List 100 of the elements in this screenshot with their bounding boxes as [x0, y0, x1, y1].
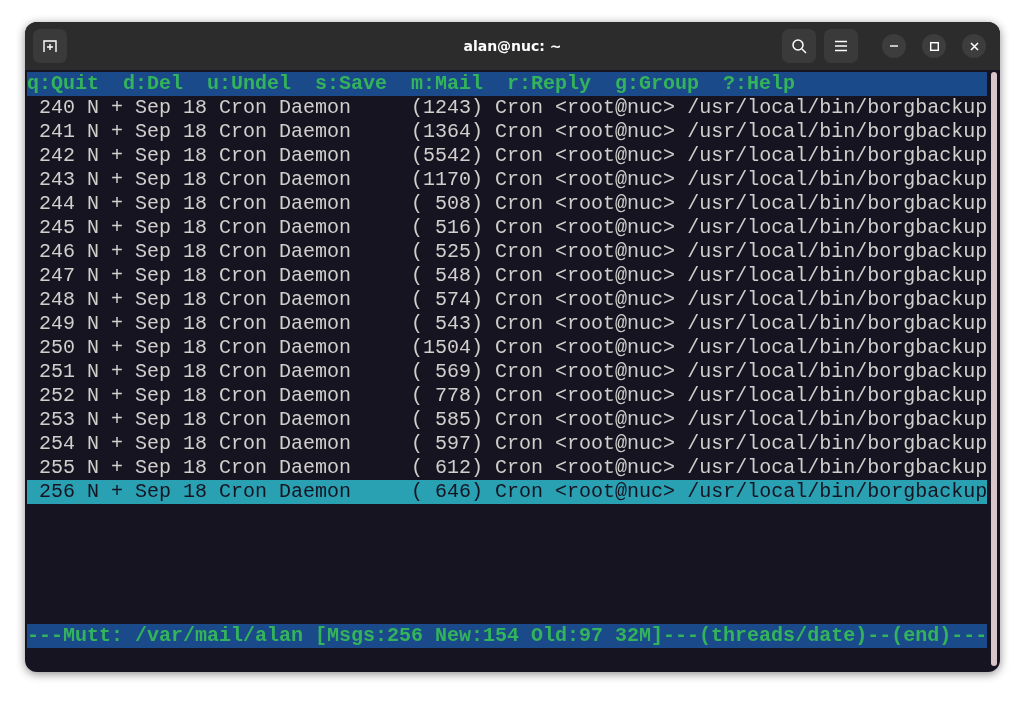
search-button[interactable]	[782, 29, 816, 63]
message-size: ( 516)	[411, 216, 484, 240]
close-button[interactable]	[962, 34, 986, 58]
tag-symbol: +	[111, 288, 124, 312]
tag-symbol: +	[111, 120, 124, 144]
maximize-icon	[929, 41, 939, 51]
message-subject: Cron <root@nuc> /usr/local/bin/borgbackup	[495, 288, 988, 312]
message-row[interactable]: 246 N + Sep 18 Cron Daemon ( 525) Cron <root@nuc> /usr/local/bin/borgbackup	[27, 240, 987, 264]
message-subject: Cron <root@nuc> /usr/local/bin/borgbackup	[495, 240, 988, 264]
message-subject: Cron <root@nuc> /usr/local/bin/borgbackup	[495, 312, 988, 336]
status-letter: N	[87, 312, 99, 336]
status-letter: N	[87, 480, 99, 504]
tag-symbol: +	[111, 192, 124, 216]
message-size: ( 543)	[411, 312, 484, 336]
message-number: 250	[38, 336, 75, 360]
message-row[interactable]: 252 N + Sep 18 Cron Daemon ( 778) Cron <root@nuc> /usr/local/bin/borgbackup	[27, 384, 987, 408]
message-subject: Cron <root@nuc> /usr/local/bin/borgbackup	[495, 264, 988, 288]
message-date: Sep 18	[135, 120, 208, 144]
message-number: 246	[38, 240, 75, 264]
help-shortcut: q:Quit	[27, 72, 99, 96]
message-sender: Cron Daemon	[219, 384, 353, 408]
status-letter: N	[87, 432, 99, 456]
message-date: Sep 18	[135, 216, 208, 240]
message-number: 253	[38, 408, 75, 432]
message-sender: Cron Daemon	[219, 240, 353, 264]
message-subject: Cron <root@nuc> /usr/local/bin/borgbackup	[495, 360, 988, 384]
status-letter: N	[87, 408, 99, 432]
message-row[interactable]: 249 N + Sep 18 Cron Daemon ( 543) Cron <root@nuc> /usr/local/bin/borgbackup	[27, 312, 987, 336]
tag-symbol: +	[111, 360, 124, 384]
message-number: 244	[38, 192, 75, 216]
message-sender: Cron Daemon	[219, 120, 353, 144]
minimize-icon	[890, 45, 898, 47]
message-sender: Cron Daemon	[219, 312, 353, 336]
message-row[interactable]: 243 N + Sep 18 Cron Daemon (1170) Cron <root@nuc> /usr/local/bin/borgbackup	[27, 168, 987, 192]
message-subject: Cron <root@nuc> /usr/local/bin/borgbackup	[495, 216, 988, 240]
message-size: ( 508)	[411, 192, 484, 216]
tag-symbol: +	[111, 216, 124, 240]
tag-symbol: +	[111, 336, 124, 360]
message-subject: Cron <root@nuc> /usr/local/bin/borgbackup	[495, 456, 988, 480]
message-row[interactable]: 245 N + Sep 18 Cron Daemon ( 516) Cron <root@nuc> /usr/local/bin/borgbackup	[27, 216, 987, 240]
message-size: ( 548)	[411, 264, 484, 288]
message-sender: Cron Daemon	[219, 432, 353, 456]
message-row[interactable]: 254 N + Sep 18 Cron Daemon ( 597) Cron <root@nuc> /usr/local/bin/borgbackup	[27, 432, 987, 456]
message-sender: Cron Daemon	[219, 408, 353, 432]
tag-symbol: +	[111, 264, 124, 288]
status-letter: N	[87, 120, 99, 144]
message-number: 249	[38, 312, 75, 336]
message-subject: Cron <root@nuc> /usr/local/bin/borgbackup	[495, 144, 988, 168]
status-letter: N	[87, 96, 99, 120]
status-letter: N	[87, 240, 99, 264]
message-row[interactable]: 256 N + Sep 18 Cron Daemon ( 646) Cron <root@nuc> /usr/local/bin/borgbackup	[27, 480, 987, 504]
message-size: ( 569)	[411, 360, 484, 384]
message-row[interactable]: 248 N + Sep 18 Cron Daemon ( 574) Cron <root@nuc> /usr/local/bin/borgbackup	[27, 288, 987, 312]
message-date: Sep 18	[135, 360, 208, 384]
message-row[interactable]: 253 N + Sep 18 Cron Daemon ( 585) Cron <root@nuc> /usr/local/bin/borgbackup	[27, 408, 987, 432]
message-size: (1170)	[411, 168, 484, 192]
message-sender: Cron Daemon	[219, 192, 353, 216]
message-number: 256	[38, 480, 75, 504]
minimize-button[interactable]	[882, 34, 906, 58]
message-date: Sep 18	[135, 192, 208, 216]
maximize-button[interactable]	[922, 34, 946, 58]
help-shortcut: s:Save	[315, 72, 388, 96]
message-sender: Cron Daemon	[219, 360, 353, 384]
message-row[interactable]: 242 N + Sep 18 Cron Daemon (5542) Cron <root@nuc> /usr/local/bin/borgbackup	[27, 144, 987, 168]
tag-symbol: +	[111, 96, 124, 120]
tag-symbol: +	[111, 384, 124, 408]
help-shortcut: d:Del	[123, 72, 184, 96]
message-sender: Cron Daemon	[219, 336, 353, 360]
message-row[interactable]: 240 N + Sep 18 Cron Daemon (1243) Cron <root@nuc> /usr/local/bin/borgbackup	[27, 96, 987, 120]
status-letter: N	[87, 192, 99, 216]
status-letter: N	[87, 288, 99, 312]
status-letter: N	[87, 216, 99, 240]
status-letter: N	[87, 168, 99, 192]
message-size: (1504)	[411, 336, 484, 360]
status-text: ---Mutt: /var/mail/alan [Msgs:256 New:154 Old:97 32M]---(threads/date)--(end)---	[27, 624, 988, 648]
message-sender: Cron Daemon	[219, 480, 353, 504]
message-date: Sep 18	[135, 144, 208, 168]
message-row[interactable]: 251 N + Sep 18 Cron Daemon ( 569) Cron <root@nuc> /usr/local/bin/borgbackup	[27, 360, 987, 384]
message-date: Sep 18	[135, 432, 208, 456]
new-tab-button[interactable]	[33, 29, 67, 63]
message-subject: Cron <root@nuc> /usr/local/bin/borgbackup	[495, 432, 988, 456]
message-size: ( 585)	[411, 408, 484, 432]
message-row[interactable]: 244 N + Sep 18 Cron Daemon ( 508) Cron <root@nuc> /usr/local/bin/borgbackup	[27, 192, 987, 216]
message-number: 243	[38, 168, 75, 192]
tag-symbol: +	[111, 432, 124, 456]
message-row[interactable]: 247 N + Sep 18 Cron Daemon ( 548) Cron <root@nuc> /usr/local/bin/borgbackup	[27, 264, 987, 288]
message-subject: Cron <root@nuc> /usr/local/bin/borgbackup	[495, 480, 988, 504]
message-row[interactable]: 241 N + Sep 18 Cron Daemon (1364) Cron <root@nuc> /usr/local/bin/borgbackup	[27, 120, 987, 144]
message-number: 252	[38, 384, 75, 408]
message-number: 255	[38, 456, 75, 480]
message-size: ( 778)	[411, 384, 484, 408]
message-subject: Cron <root@nuc> /usr/local/bin/borgbackup	[495, 336, 988, 360]
message-row[interactable]: 250 N + Sep 18 Cron Daemon (1504) Cron <root@nuc> /usr/local/bin/borgbackup	[27, 336, 987, 360]
menu-button[interactable]	[824, 29, 858, 63]
message-row[interactable]: 255 N + Sep 18 Cron Daemon ( 612) Cron <root@nuc> /usr/local/bin/borgbackup	[27, 456, 987, 480]
message-sender: Cron Daemon	[219, 144, 353, 168]
scrollbar[interactable]	[991, 72, 997, 666]
message-date: Sep 18	[135, 480, 208, 504]
tag-symbol: +	[111, 240, 124, 264]
tag-symbol: +	[111, 168, 124, 192]
